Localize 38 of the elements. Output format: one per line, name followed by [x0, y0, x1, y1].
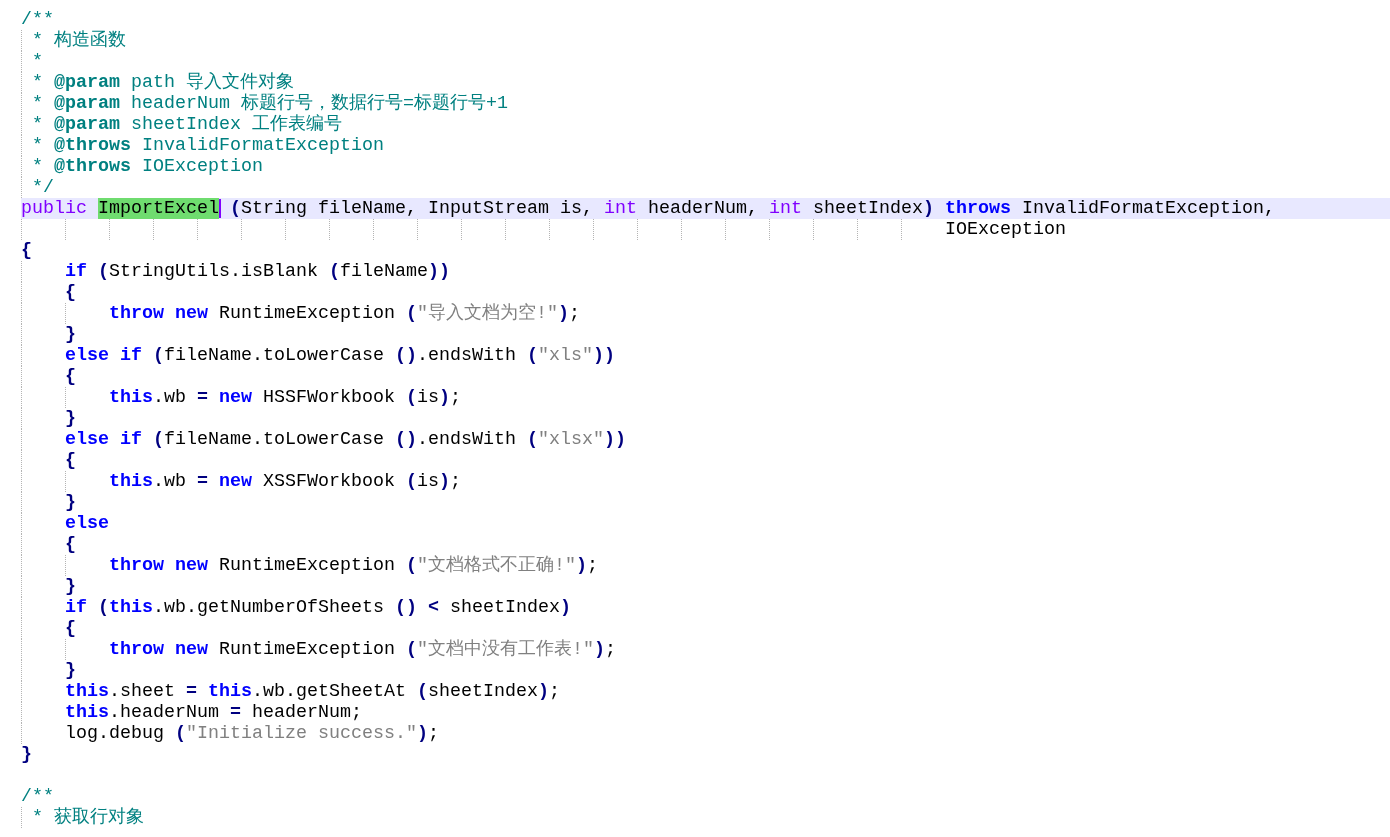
code-line: throw new RuntimeException ("文档格式不正确!"); — [108, 555, 598, 576]
code-line: /** — [21, 786, 54, 807]
code-line: } — [64, 408, 76, 429]
code-line: throw new RuntimeException ("导入文档为空!"); — [108, 303, 580, 324]
code-line: } — [64, 660, 76, 681]
code-line: * — [31, 51, 43, 72]
code-line: * @throws InvalidFormatException — [31, 135, 384, 156]
code-line: } — [64, 324, 76, 345]
code-line: public ImportExcel (String fileName, InputStream is, int headerNum, int sheetIndex) throws InvalidFormatException, — [21, 198, 1275, 219]
code-line: * @param headerNum 标题行号，数据行号=标题行号+1 — [31, 93, 508, 114]
code-line: } — [64, 576, 76, 597]
code-line: * @param sheetIndex 工作表编号 — [31, 114, 342, 135]
code-line: else — [64, 513, 109, 534]
code-line: /** — [21, 9, 54, 30]
code-line: { — [21, 240, 32, 261]
code-line: if (StringUtils.isBlank (fileName)) — [64, 261, 450, 282]
code-line: { — [64, 534, 76, 555]
code-line: * 构造函数 — [31, 30, 126, 51]
code-line: { — [64, 618, 76, 639]
code-line: IOException — [943, 219, 1066, 240]
code-line: this.sheet = this.wb.getSheetAt (sheetIndex); — [64, 681, 560, 702]
code-line: else if (fileName.toLowerCase ().endsWith ("xlsx")) — [64, 429, 626, 450]
code-line: log.debug ("Initialize success."); — [64, 723, 439, 744]
code-line: { — [64, 366, 76, 387]
code-line: * 获取行对象 — [31, 807, 144, 828]
code-line: else if (fileName.toLowerCase ().endsWith ("xls")) — [64, 345, 615, 366]
code-line: * @param path 导入文件对象 — [31, 72, 294, 93]
code-line: * @throws IOException — [31, 156, 263, 177]
code-line: this.wb = new HSSFWorkbook (is); — [108, 387, 461, 408]
code-line: */ — [31, 177, 54, 198]
code-line: this.headerNum = headerNum; — [64, 702, 362, 723]
code-line: } — [64, 492, 76, 513]
code-line: throw new RuntimeException ("文档中没有工作表!"); — [108, 639, 616, 660]
code-line: } — [21, 744, 32, 765]
code-line: { — [64, 450, 76, 471]
code-line: { — [64, 282, 76, 303]
code-line: if (this.wb.getNumberOfSheets () < sheetIndex) — [64, 597, 571, 618]
code-line: this.wb = new XSSFWorkbook (is); — [108, 471, 461, 492]
